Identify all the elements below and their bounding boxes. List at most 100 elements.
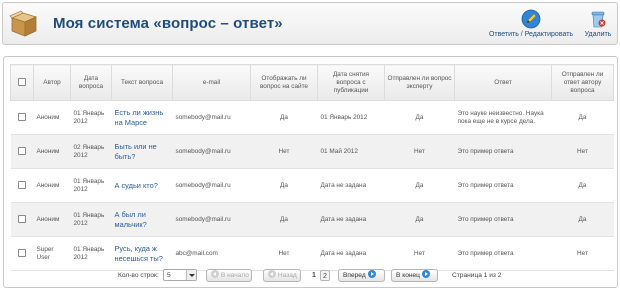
delete-button[interactable]: Удалить (583, 9, 613, 38)
expert-cell: Да (384, 168, 455, 203)
expert-cell: Да (384, 202, 455, 237)
page-title: Моя система «вопрос – ответ» (53, 15, 283, 32)
delete-label: Удалить (584, 31, 612, 38)
author-cell: Аноним (33, 168, 71, 203)
author-cell: Аноним (33, 134, 71, 169)
arrow-right-icon (421, 270, 430, 279)
page-1-link[interactable]: 1 (309, 270, 319, 281)
row-checkbox[interactable] (18, 249, 26, 258)
question-link[interactable]: Быть или не быть? (115, 142, 157, 161)
trash-icon (591, 11, 606, 28)
answer-cell: Это науке неизвестно. Наука пока еще не … (454, 100, 552, 135)
question-cell: А был ли мальчик? (111, 202, 173, 237)
toolbar: Моя система «вопрос – ответ» Ответить / … (2, 2, 618, 45)
row-checkbox[interactable] (18, 147, 26, 156)
author-cell: Super User (33, 236, 71, 271)
arrow-left-icon (211, 270, 219, 279)
unpublish-cell: Дата не задана (317, 236, 385, 271)
row-checkbox[interactable] (18, 113, 26, 122)
column-header[interactable]: Ответ (454, 64, 552, 101)
show-cell: Нет (250, 236, 318, 271)
row-select-cell (10, 236, 34, 271)
table-header-row: Автор Дата вопроса Текст вопроса e-mail … (10, 64, 614, 101)
column-header[interactable]: Текст вопроса (111, 64, 173, 101)
date-cell: 02 Январь 2012 (70, 134, 112, 169)
email-cell: somebody@mail.ru (172, 168, 251, 203)
column-header[interactable]: Отправлен ли ответ автору вопроса (551, 64, 614, 101)
table-row[interactable]: Super User 01 Январь 2012 Русь, куда ж н… (10, 236, 614, 271)
first-page-button[interactable]: В начало (206, 269, 252, 282)
question-link[interactable]: А судьи кто? (115, 181, 158, 190)
question-link[interactable]: А был ли мальчик? (115, 210, 147, 229)
row-select-cell (10, 202, 34, 237)
rows-per-page-select[interactable]: 5 (163, 269, 197, 281)
select-all-cell (10, 64, 34, 101)
column-header[interactable]: Автор (33, 64, 71, 101)
column-header[interactable]: Дата снятия вопроса с публикации (317, 64, 385, 101)
answer-edit-label: Ответить / Редактировать (488, 31, 574, 38)
pencil-icon (521, 9, 541, 29)
expert-cell: Да (384, 100, 455, 135)
page-info: Страница 1 из 2 (452, 272, 502, 279)
answer-edit-button[interactable]: Ответить / Редактировать (485, 9, 577, 38)
last-page-label: В конец (396, 272, 420, 279)
sent-cell: Да (551, 100, 614, 135)
rows-per-page-value: 5 (167, 272, 171, 279)
question-link[interactable]: Русь, куда ж несешься ты? (115, 244, 163, 263)
question-cell: А судьи кто? (111, 168, 173, 203)
question-cell: Русь, куда ж несешься ты? (111, 236, 173, 271)
sent-cell: Нет (551, 134, 614, 169)
last-page-button[interactable]: В конец (391, 269, 438, 282)
answer-cell: Это пример ответа (454, 202, 552, 237)
column-header[interactable]: e-mail (172, 64, 251, 101)
question-link[interactable]: Есть ли жизнь на Марсе (115, 108, 164, 127)
column-header[interactable]: Дата вопроса (70, 64, 112, 101)
questions-table: Автор Дата вопроса Текст вопроса e-mail … (10, 64, 614, 271)
expert-cell: Нет (384, 134, 455, 169)
author-cell: Аноним (33, 100, 71, 135)
unpublish-cell: Дата не задана (317, 202, 385, 237)
unpublish-cell: 01 Май 2012 (317, 134, 385, 169)
email-cell: somebody@mail.ru (172, 100, 251, 135)
row-checkbox[interactable] (18, 215, 26, 224)
show-cell: Нет (250, 134, 318, 169)
question-cell: Быть или не быть? (111, 134, 173, 169)
page-2-link[interactable]: 2 (320, 270, 330, 281)
date-cell: 01 Январь 2012 (70, 100, 112, 135)
row-checkbox[interactable] (18, 181, 26, 190)
column-header[interactable]: Отображать ли вопрос на сайте (250, 64, 318, 101)
prev-page-label: Назад (277, 272, 297, 279)
email-cell: somebody@mail.ru (172, 202, 251, 237)
row-select-cell (10, 134, 34, 169)
first-page-label: В начало (220, 272, 249, 279)
show-cell: Да (250, 100, 318, 135)
next-page-button[interactable]: Вперед (338, 269, 385, 282)
next-page-label: Вперед (343, 272, 366, 279)
email-cell: somebody@mail.ru (172, 134, 251, 169)
column-header[interactable]: Отправлен ли вопрос эксперту (384, 64, 455, 101)
answer-cell: Это пример ответа (454, 134, 552, 169)
sent-cell: Да (551, 168, 614, 203)
table-row[interactable]: Аноним 01 Январь 2012 А был ли мальчик? … (10, 202, 614, 237)
email-cell: abc@mail.com (172, 236, 251, 271)
prev-page-button[interactable]: Назад (263, 269, 301, 282)
box-icon (9, 10, 38, 37)
row-select-cell (10, 100, 34, 135)
unpublish-cell: 01 Январь 2012 (317, 100, 385, 135)
select-all-checkbox[interactable] (18, 78, 26, 87)
table-row[interactable]: Аноним 01 Январь 2012 А судьи кто? someb… (10, 168, 614, 203)
questions-grid: Автор Дата вопроса Текст вопроса e-mail … (3, 56, 618, 288)
question-cell: Есть ли жизнь на Марсе (111, 100, 173, 135)
table-row[interactable]: Аноним 02 Январь 2012 Быть или не быть? … (10, 134, 614, 169)
pagination-bar: Кол-во строк: 5 В начало Назад 1 2 Впере… (0, 268, 620, 284)
expert-cell: Нет (384, 236, 455, 271)
arrow-right-icon (367, 270, 376, 279)
answer-cell: Это пример ответа (454, 236, 552, 271)
unpublish-cell: Дата не задана (317, 168, 385, 203)
show-cell: Да (250, 202, 318, 237)
table-row[interactable]: Аноним 01 Январь 2012 Есть ли жизнь на М… (10, 100, 614, 135)
date-cell: 01 Январь 2012 (70, 236, 112, 271)
rows-per-page-label: Кол-во строк: (118, 272, 159, 279)
row-select-cell (10, 168, 34, 203)
date-cell: 01 Январь 2012 (70, 202, 112, 237)
